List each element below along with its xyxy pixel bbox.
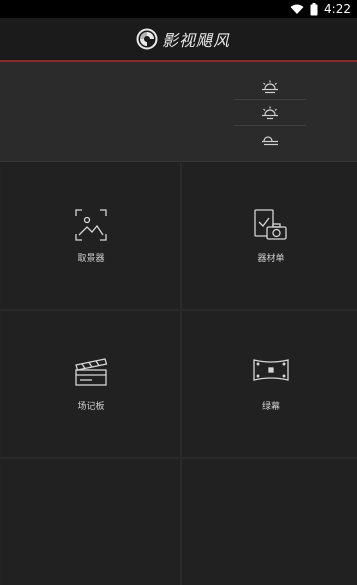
sunset-row[interactable]: [234, 100, 306, 126]
sun-times-panel[interactable]: [0, 62, 357, 162]
tool-label: 场记板: [77, 402, 105, 412]
sunset-icon: [262, 106, 278, 119]
tool-label: 绿幕: [261, 402, 280, 412]
app-header: 影视飓风: [0, 18, 357, 60]
battery-icon: [310, 2, 318, 15]
status-time: 4:22: [324, 2, 351, 16]
horizon-row[interactable]: [234, 126, 306, 152]
app-logo: 影视飓风: [136, 27, 230, 51]
empty-tile: [2, 459, 180, 585]
sunrise-icon: [262, 80, 278, 93]
aperture-logo-icon: [136, 28, 158, 50]
tool-green-screen[interactable]: 绿幕: [182, 311, 357, 457]
clapperboard-icon: [75, 358, 108, 386]
tool-label: 器材单: [257, 254, 285, 264]
viewfinder-icon: [75, 209, 107, 241]
tool-viewfinder[interactable]: 取景器: [2, 163, 180, 309]
empty-tile: [182, 459, 357, 585]
tools-grid: 取景器 器材单 场记板 绿幕: [0, 163, 357, 585]
tool-equipment-list[interactable]: 器材单: [182, 163, 357, 309]
tool-label: 取景器: [77, 254, 105, 264]
equipment-list-icon: [254, 209, 287, 240]
horizon-icon: [262, 136, 278, 146]
tool-clapperboard[interactable]: 场记板: [2, 311, 180, 457]
sunrise-row[interactable]: [234, 74, 306, 100]
status-bar: 4:22: [0, 0, 357, 18]
logo-text: 影视飓风: [162, 31, 231, 50]
status-indicators: 4:22: [290, 2, 351, 16]
green-screen-icon: [253, 359, 289, 381]
wifi-icon: [290, 4, 304, 14]
